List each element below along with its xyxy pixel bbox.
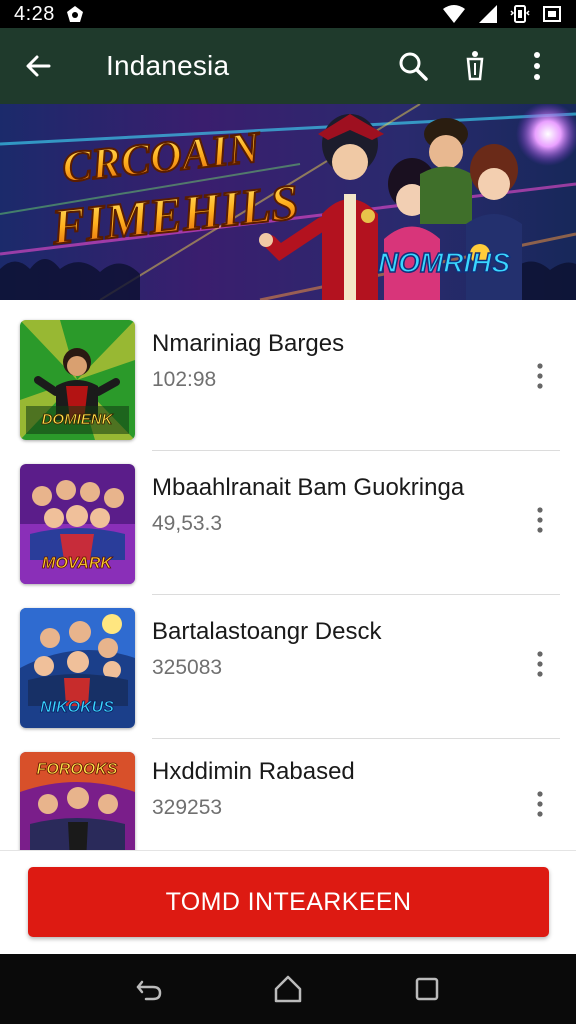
game-title: Nmariniag Barges bbox=[152, 330, 345, 357]
more-options-button[interactable] bbox=[518, 642, 562, 686]
status-time: 4:28 bbox=[14, 2, 55, 25]
arrow-left-icon bbox=[26, 55, 51, 77]
home-nav-icon bbox=[274, 975, 302, 1003]
back-button[interactable] bbox=[10, 38, 66, 94]
notification-icon bbox=[65, 4, 85, 24]
game-title: Bartalastoangr Desck bbox=[152, 618, 382, 645]
game-thumbnail: DOMIENK bbox=[20, 320, 135, 440]
game-meta: 49,53.3 bbox=[152, 512, 223, 535]
game-meta: 102:98 bbox=[152, 368, 217, 391]
more-vert-icon bbox=[537, 507, 543, 533]
app-bar: Indanesia bbox=[0, 28, 576, 104]
search-button[interactable] bbox=[382, 38, 444, 94]
game-thumbnail: NIKOKUS bbox=[20, 608, 135, 728]
primary-action-button[interactable]: TOMD INTEARKEEN bbox=[28, 867, 549, 937]
more-vert-icon bbox=[537, 651, 543, 677]
list-divider bbox=[152, 594, 560, 595]
list-divider bbox=[152, 738, 560, 739]
list-divider bbox=[152, 450, 560, 451]
battery-icon bbox=[542, 4, 562, 24]
more-vert-icon bbox=[534, 52, 540, 80]
recents-nav-icon bbox=[415, 977, 438, 1001]
signal-icon bbox=[478, 4, 498, 24]
hero-badge: NOMRIHS bbox=[378, 247, 511, 278]
list-item[interactable]: DOMIENK Nmariniag Barges 102:98 bbox=[0, 320, 576, 464]
nav-home-button[interactable] bbox=[258, 959, 318, 1019]
thumb-label: DOMIENK bbox=[42, 411, 114, 428]
vibrate-icon bbox=[510, 4, 530, 24]
nav-back-button[interactable] bbox=[119, 959, 179, 1019]
wifi-icon bbox=[442, 4, 466, 24]
list-item[interactable]: NIKOKUS Bartalastoangr Desck 325083 bbox=[0, 608, 576, 752]
more-options-button[interactable] bbox=[506, 38, 568, 94]
status-bar: 4:28 bbox=[0, 0, 576, 28]
game-meta: 325083 bbox=[152, 656, 223, 679]
more-options-button[interactable] bbox=[518, 498, 562, 542]
hero-banner[interactable]: CRCOAIN FIMEHILS NOMRIHS bbox=[0, 104, 576, 300]
game-thumbnail: FOROOKS bbox=[20, 752, 135, 850]
list-item[interactable]: MOVARK Mbaahlranait Bam Guokringa 49,53.… bbox=[0, 464, 576, 608]
list-item[interactable]: FOROOKS Hxddimin Rabased 329253 bbox=[0, 752, 576, 850]
bottom-action-bar: TOMD INTEARKEEN bbox=[0, 850, 576, 954]
thumb-label: FOROOKS bbox=[37, 761, 118, 778]
game-title: Hxddimin Rabased bbox=[152, 758, 355, 785]
page-title: Indanesia bbox=[106, 50, 230, 81]
filter-icon bbox=[466, 51, 484, 81]
navigation-bar bbox=[0, 954, 576, 1024]
back-nav-icon bbox=[137, 980, 162, 1001]
game-list: DOMIENK Nmariniag Barges 102:98 MOVARK M… bbox=[0, 300, 576, 850]
game-thumbnail: MOVARK bbox=[20, 464, 135, 584]
game-meta: 329253 bbox=[152, 796, 223, 819]
filter-button[interactable] bbox=[444, 38, 506, 94]
nav-recents-button[interactable] bbox=[397, 959, 457, 1019]
more-vert-icon bbox=[537, 363, 543, 389]
game-title: Mbaahlranait Bam Guokringa bbox=[152, 474, 465, 501]
more-vert-icon bbox=[537, 791, 543, 817]
thumb-label: NIKOKUS bbox=[40, 699, 114, 716]
more-options-button[interactable] bbox=[518, 782, 562, 826]
thumb-label: MOVARK bbox=[42, 555, 113, 572]
more-options-button[interactable] bbox=[518, 354, 562, 398]
search-icon bbox=[399, 52, 428, 81]
